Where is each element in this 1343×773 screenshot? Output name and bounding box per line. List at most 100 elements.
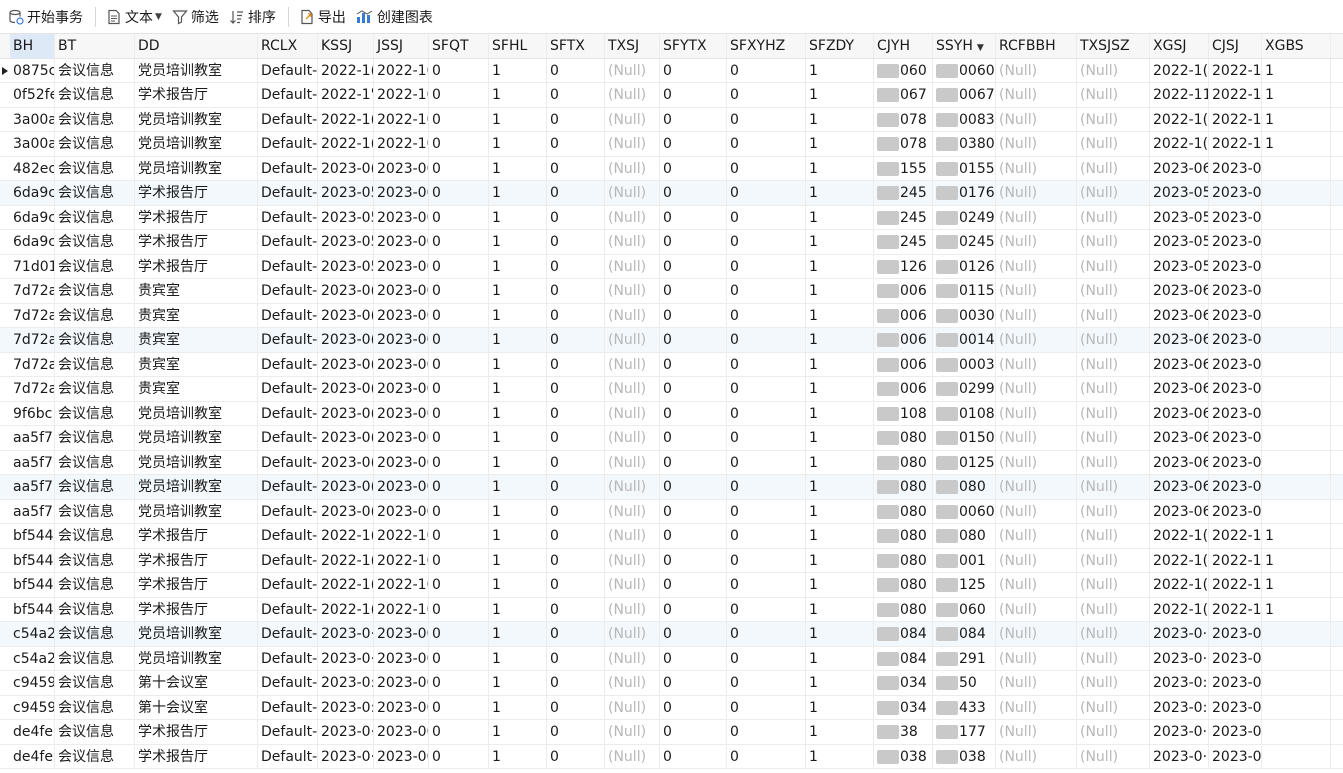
- row-indicator[interactable]: [0, 377, 10, 401]
- cell-txsj[interactable]: (Null): [605, 401, 660, 425]
- cell-kssj[interactable]: 2023-0(: [318, 156, 374, 180]
- row-indicator[interactable]: [0, 181, 10, 205]
- cell-xgsj[interactable]: 2023-06: [1150, 328, 1209, 352]
- cell-txsj[interactable]: (Null): [605, 352, 660, 376]
- cell-cjsj[interactable]: 2023-01: [1209, 205, 1262, 229]
- row-indicator[interactable]: [0, 598, 10, 622]
- cell-sfxyhz[interactable]: 0: [727, 352, 806, 376]
- cell-cjyh[interactable]: 084: [874, 646, 933, 670]
- sort-button[interactable]: 排序: [225, 4, 280, 30]
- cell-cjyh[interactable]: 108: [874, 401, 933, 425]
- cell-jssj[interactable]: 2022-10: [374, 597, 429, 621]
- cell-txsj[interactable]: (Null): [605, 107, 660, 131]
- cell-sfhl[interactable]: 1: [489, 303, 547, 327]
- column-header-dd[interactable]: DD: [135, 34, 258, 58]
- cell-xgsj[interactable]: 2023-0:: [1150, 695, 1209, 719]
- cell-kssj[interactable]: 2023-0·: [318, 646, 374, 670]
- cell-sftx[interactable]: 0: [547, 132, 605, 156]
- cell-dd[interactable]: 学术报告厅: [135, 205, 258, 229]
- cell-sfzdy[interactable]: 1: [806, 646, 874, 670]
- cell-bt[interactable]: 会议信息: [55, 132, 135, 156]
- create-chart-button[interactable]: 创建图表: [352, 4, 437, 30]
- cell-sfxyhz[interactable]: 0: [727, 328, 806, 352]
- cell-sfhl[interactable]: 1: [489, 622, 547, 646]
- cell-jssj[interactable]: 2023-00: [374, 499, 429, 523]
- cell-sfqt[interactable]: 0: [429, 450, 489, 474]
- cell-ssyh[interactable]: 0067: [933, 83, 996, 107]
- cell-sfytx[interactable]: 0: [660, 377, 727, 401]
- cell-dd[interactable]: 党员培训教室: [135, 156, 258, 180]
- cell-dd[interactable]: 贵宾室: [135, 328, 258, 352]
- cell-bt[interactable]: 会议信息: [55, 279, 135, 303]
- cell-cjyh[interactable]: 006: [874, 303, 933, 327]
- cell-ssyh[interactable]: 0125: [933, 450, 996, 474]
- cell-cjyh[interactable]: 080: [874, 524, 933, 548]
- cell-txsjsz[interactable]: (Null): [1077, 156, 1150, 180]
- cell-xgsj[interactable]: 2023-05: [1150, 181, 1209, 205]
- cell-jssj[interactable]: 2022-10: [374, 132, 429, 156]
- cell-sftx[interactable]: 0: [547, 107, 605, 131]
- cell-rclx[interactable]: Default-: [258, 646, 318, 670]
- cell-txsjsz[interactable]: (Null): [1077, 181, 1150, 205]
- cell-sfqt[interactable]: 0: [429, 524, 489, 548]
- cell-xgsj[interactable]: 2023-0:: [1150, 671, 1209, 695]
- cell-rclx[interactable]: Default-: [258, 475, 318, 499]
- cell-sfqt[interactable]: 0: [429, 744, 489, 768]
- cell-rcfbbh[interactable]: (Null): [996, 352, 1077, 376]
- cell-jssj[interactable]: 2023-00: [374, 646, 429, 670]
- cell-dd[interactable]: 第十会议室: [135, 671, 258, 695]
- cell-sfzdy[interactable]: 1: [806, 548, 874, 572]
- cell-dd[interactable]: 第十会议室: [135, 695, 258, 719]
- cell-ssyh[interactable]: 0060: [933, 499, 996, 523]
- cell-sfhl[interactable]: 1: [489, 671, 547, 695]
- cell-xgbs[interactable]: 1: [1262, 548, 1331, 572]
- cell-txsj[interactable]: (Null): [605, 181, 660, 205]
- row-indicator[interactable]: [0, 279, 10, 303]
- cell-kssj[interactable]: 2023-05: [318, 254, 374, 278]
- cell-xgbs[interactable]: 1: [1262, 597, 1331, 621]
- cell-ssyh[interactable]: 0150: [933, 426, 996, 450]
- cell-sfzdy[interactable]: 1: [806, 205, 874, 229]
- cell-rclx[interactable]: Default-: [258, 58, 318, 82]
- cell-cjsj[interactable]: 2023-01: [1209, 720, 1262, 744]
- cell-sfqt[interactable]: 0: [429, 499, 489, 523]
- row-indicator[interactable]: [0, 255, 10, 279]
- table-row[interactable]: de4fe会议信息学术报告厅Default-2023-0·2023-00010(…: [0, 720, 1343, 745]
- cell-kssj[interactable]: 2023-0:: [318, 671, 374, 695]
- cell-sfzdy[interactable]: 1: [806, 230, 874, 254]
- cell-rclx[interactable]: Default-: [258, 499, 318, 523]
- cell-xgsj[interactable]: 2023-05: [1150, 254, 1209, 278]
- cell-rclx[interactable]: Default-: [258, 107, 318, 131]
- cell-txsj[interactable]: (Null): [605, 622, 660, 646]
- cell-xgbs[interactable]: [1262, 205, 1331, 229]
- cell-bt[interactable]: 会议信息: [55, 156, 135, 180]
- cell-txsj[interactable]: (Null): [605, 426, 660, 450]
- cell-txsjsz[interactable]: (Null): [1077, 401, 1150, 425]
- cell-kssj[interactable]: 2023-0(: [318, 328, 374, 352]
- cell-sftx[interactable]: 0: [547, 230, 605, 254]
- cell-bh[interactable]: 6da9c: [10, 230, 55, 254]
- cell-sfxyhz[interactable]: 0: [727, 279, 806, 303]
- cell-sftx[interactable]: 0: [547, 499, 605, 523]
- cell-bt[interactable]: 会议信息: [55, 646, 135, 670]
- cell-sfxyhz[interactable]: 0: [727, 622, 806, 646]
- cell-txsj[interactable]: (Null): [605, 377, 660, 401]
- cell-ssyh[interactable]: 0249: [933, 205, 996, 229]
- cell-dd[interactable]: 学术报告厅: [135, 254, 258, 278]
- cell-rclx[interactable]: Default-: [258, 401, 318, 425]
- cell-bh[interactable]: 3a00a: [10, 107, 55, 131]
- cell-sfqt[interactable]: 0: [429, 377, 489, 401]
- cell-xgsj[interactable]: 2022-1(: [1150, 597, 1209, 621]
- cell-txsj[interactable]: (Null): [605, 597, 660, 621]
- cell-sftx[interactable]: 0: [547, 475, 605, 499]
- cell-rclx[interactable]: Default-: [258, 377, 318, 401]
- cell-xgbs[interactable]: [1262, 622, 1331, 646]
- cell-cjyh[interactable]: 006: [874, 377, 933, 401]
- cell-txsjsz[interactable]: (Null): [1077, 426, 1150, 450]
- cell-cjsj[interactable]: 2023-01: [1209, 475, 1262, 499]
- cell-rclx[interactable]: Default-: [258, 695, 318, 719]
- cell-bh[interactable]: 0875c: [10, 58, 55, 82]
- begin-transaction-button[interactable]: 开始事务: [4, 4, 87, 30]
- cell-xgsj[interactable]: 2023-06: [1150, 156, 1209, 180]
- cell-sftx[interactable]: 0: [547, 58, 605, 82]
